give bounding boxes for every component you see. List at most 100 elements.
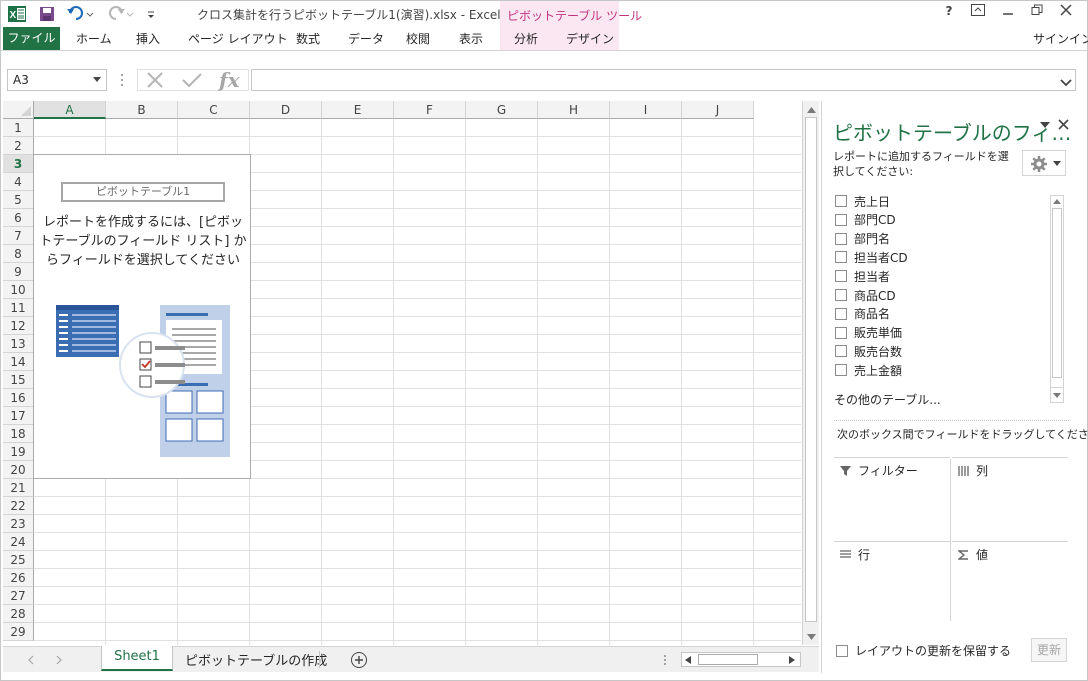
column-header-c[interactable]: C	[178, 101, 250, 119]
field-checkbox[interactable]	[835, 364, 847, 377]
tab-split-grip-icon[interactable]	[663, 654, 667, 666]
new-sheet-icon[interactable]	[350, 651, 368, 669]
column-header-a[interactable]: A	[34, 101, 106, 119]
field-checkbox[interactable]	[835, 345, 847, 358]
row-header-1[interactable]: 1	[3, 119, 34, 137]
scroll-up-icon[interactable]	[807, 107, 816, 113]
cancel-entry-icon[interactable]	[146, 72, 164, 91]
scroll-right-icon[interactable]	[789, 656, 795, 664]
tab-file[interactable]: ファイル	[3, 27, 60, 50]
field-checkbox[interactable]	[835, 289, 847, 301]
field-item[interactable]: 部門CD	[835, 211, 896, 229]
column-header-b[interactable]: B	[106, 101, 178, 119]
field-scroll-thumb[interactable]	[1052, 208, 1062, 378]
row-header-17[interactable]: 17	[3, 407, 34, 425]
pane-options-icon[interactable]	[1040, 122, 1050, 128]
vertical-scrollbar[interactable]	[802, 101, 819, 645]
field-item[interactable]: 商品CD	[835, 286, 896, 304]
field-item[interactable]: 担当者CD	[835, 248, 908, 266]
field-checkbox[interactable]	[835, 232, 847, 245]
row-header-11[interactable]: 11	[3, 299, 34, 317]
horizontal-scroll-thumb[interactable]	[698, 654, 758, 665]
insert-function-button[interactable]: fx	[219, 68, 240, 92]
column-header-j[interactable]: J	[682, 101, 754, 119]
ribbon-display-options-button[interactable]	[967, 4, 989, 22]
field-item[interactable]: 部門名	[835, 230, 890, 248]
minimize-button[interactable]	[997, 4, 1019, 22]
scroll-tabs-right-icon[interactable]	[55, 655, 63, 665]
restore-button[interactable]	[1026, 4, 1048, 22]
row-header-23[interactable]: 23	[3, 515, 34, 533]
tab-formulas[interactable]: 数式	[296, 28, 320, 50]
vertical-scroll-thumb[interactable]	[805, 117, 817, 622]
close-window-button[interactable]	[1055, 4, 1077, 22]
field-item[interactable]: 商品名	[835, 305, 890, 323]
save-icon[interactable]	[37, 4, 57, 24]
row-header-7[interactable]: 7	[3, 227, 34, 245]
field-list-scrollbar[interactable]	[1050, 195, 1064, 403]
sign-in-link[interactable]: サインイン	[1033, 28, 1088, 50]
tab-data[interactable]: データ	[348, 28, 384, 50]
excel-logo-icon[interactable]: X	[7, 4, 27, 24]
help-button[interactable]: ?	[938, 4, 960, 22]
row-header-3[interactable]: 3	[3, 155, 34, 173]
select-all-corner[interactable]	[3, 101, 34, 119]
field-checkbox[interactable]	[835, 270, 847, 283]
pivot-table-placeholder[interactable]: ピボットテーブル1 レポートを作成するには、[ピボットテーブルのフィールド リス…	[33, 154, 251, 479]
column-header-f[interactable]: F	[394, 101, 466, 119]
row-header-14[interactable]: 14	[3, 353, 34, 371]
formula-input[interactable]	[251, 69, 1076, 91]
customize-qat-icon[interactable]	[143, 4, 159, 24]
row-header-13[interactable]: 13	[3, 335, 34, 353]
expand-formula-bar-icon[interactable]	[1060, 76, 1072, 90]
column-header-i[interactable]: I	[610, 101, 682, 119]
horizontal-scrollbar[interactable]	[681, 652, 801, 667]
column-header-g[interactable]: G	[466, 101, 538, 119]
row-header-29[interactable]: 29	[3, 623, 34, 641]
field-item[interactable]: 販売台数	[835, 342, 902, 360]
field-item[interactable]: 売上金額	[835, 361, 902, 379]
field-checkbox[interactable]	[835, 307, 847, 320]
undo-icon[interactable]	[65, 4, 95, 24]
row-header-25[interactable]: 25	[3, 551, 34, 569]
defer-update-checkbox[interactable]	[836, 644, 848, 657]
confirm-entry-icon[interactable]	[182, 72, 202, 91]
row-header-27[interactable]: 27	[3, 587, 34, 605]
tab-insert[interactable]: 挿入	[136, 28, 160, 50]
row-header-21[interactable]: 21	[3, 479, 34, 497]
row-header-28[interactable]: 28	[3, 605, 34, 623]
scroll-tabs-left-icon[interactable]	[27, 655, 35, 665]
tab-page-layout[interactable]: ページ レイアウト	[188, 28, 288, 50]
row-header-6[interactable]: 6	[3, 209, 34, 227]
update-button[interactable]: 更新	[1031, 638, 1067, 662]
row-header-10[interactable]: 10	[3, 281, 34, 299]
row-header-24[interactable]: 24	[3, 533, 34, 551]
column-header-h[interactable]: H	[538, 101, 610, 119]
scroll-left-icon[interactable]	[685, 656, 691, 664]
field-item[interactable]: 販売単価	[835, 324, 902, 342]
sheet-tab-sheet1[interactable]: Sheet1	[101, 646, 173, 671]
row-header-26[interactable]: 26	[3, 569, 34, 587]
field-checkbox[interactable]	[835, 213, 847, 226]
tab-design[interactable]: デザイン	[566, 28, 614, 50]
row-header-5[interactable]: 5	[3, 191, 34, 209]
field-item[interactable]: 売上日	[835, 192, 890, 210]
sheet-tab-pivot-creation[interactable]: ピボットテーブルの作成	[185, 650, 327, 669]
row-header-15[interactable]: 15	[3, 371, 34, 389]
defer-update-option[interactable]: レイアウトの更新を保留する	[836, 642, 1011, 659]
row-header-2[interactable]: 2	[3, 137, 34, 155]
field-checkbox[interactable]	[835, 195, 847, 207]
field-item[interactable]: 担当者	[835, 267, 890, 285]
row-header-22[interactable]: 22	[3, 497, 34, 515]
scroll-down-icon[interactable]	[807, 634, 816, 640]
column-header-d[interactable]: D	[250, 101, 322, 119]
tab-view[interactable]: 表示	[459, 28, 483, 50]
column-header-e[interactable]: E	[322, 101, 394, 119]
filter-area[interactable]: フィルター	[834, 457, 950, 539]
tab-analyze[interactable]: 分析	[514, 28, 538, 50]
field-checkbox[interactable]	[835, 326, 847, 339]
row-header-20[interactable]: 20	[3, 461, 34, 479]
redo-icon[interactable]	[105, 4, 135, 24]
row-header-9[interactable]: 9	[3, 263, 34, 281]
tab-home[interactable]: ホーム	[76, 28, 112, 50]
